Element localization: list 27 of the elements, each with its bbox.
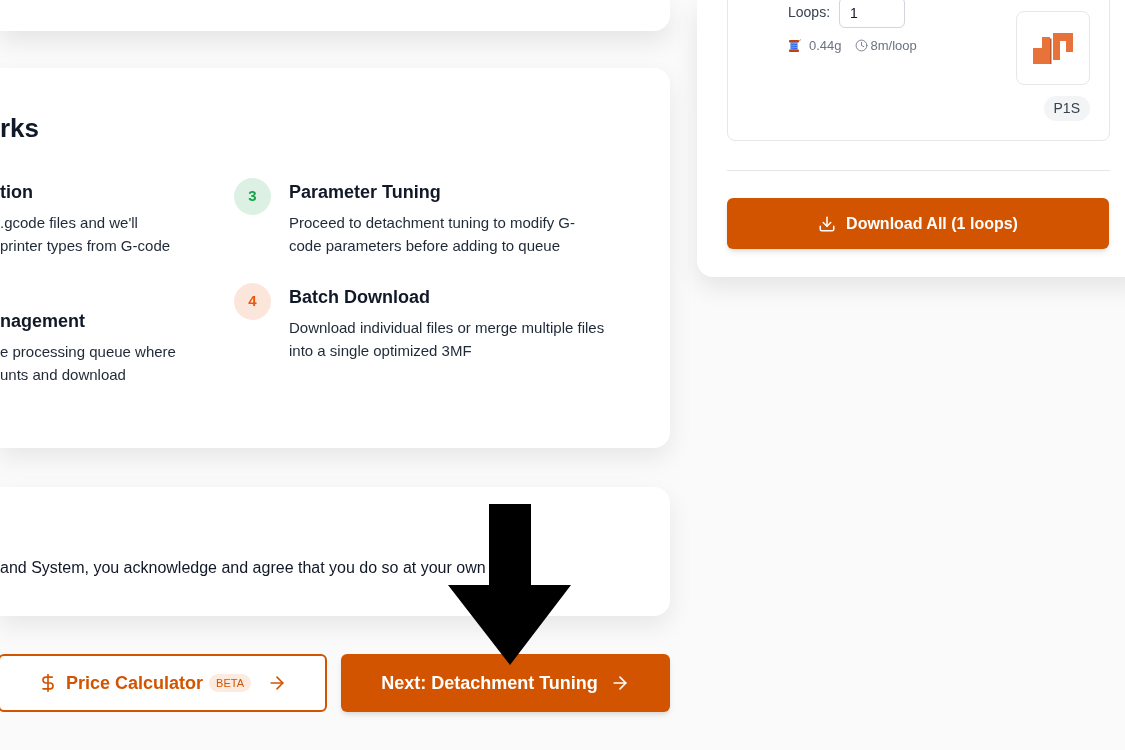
- disclaimer-text: and System, you acknowledge and agree that you do so at your own: [0, 558, 486, 578]
- step-description: e processing queue where unts and download: [0, 342, 176, 385]
- step-title: Batch Download: [289, 286, 431, 309]
- step-description: Proceed to detachment tuning to modify G- code parameters before adding to queue: [289, 213, 575, 256]
- beta-badge: BETA: [209, 674, 251, 692]
- price-calculator-button[interactable]: Price Calculator BETA: [0, 654, 327, 712]
- button-label: Next: Detachment Tuning: [381, 671, 598, 695]
- download-all-button[interactable]: Download All (1 loops): [727, 198, 1109, 249]
- clock-icon: [854, 39, 868, 53]
- step-description: .gcode files and we'll printer types from G-code: [0, 213, 171, 256]
- section-heading: rks: [0, 112, 40, 144]
- printer-badge: P1S: [1043, 96, 1090, 121]
- step-title: Parameter Tuning: [289, 181, 442, 204]
- button-label: Price Calculator: [66, 671, 204, 695]
- logo-icon: [1033, 32, 1073, 64]
- print-time: 8m/loop: [870, 37, 917, 55]
- loops-input[interactable]: 1: [839, 0, 906, 28]
- loops-label: Loops:: [788, 3, 831, 22]
- step-title: nagement: [0, 310, 87, 333]
- download-icon: [818, 214, 837, 233]
- step-description: Download individual files or merge multiple files into a single optimized 3MF: [289, 318, 605, 361]
- step-number-badge: 4: [234, 283, 271, 320]
- filament-weight: 0.44g: [809, 37, 842, 55]
- next-button[interactable]: Next: Detachment Tuning: [341, 654, 670, 712]
- spool-icon: [788, 38, 802, 53]
- step-number-badge: 3: [234, 178, 271, 215]
- step-title: tion: [0, 181, 34, 204]
